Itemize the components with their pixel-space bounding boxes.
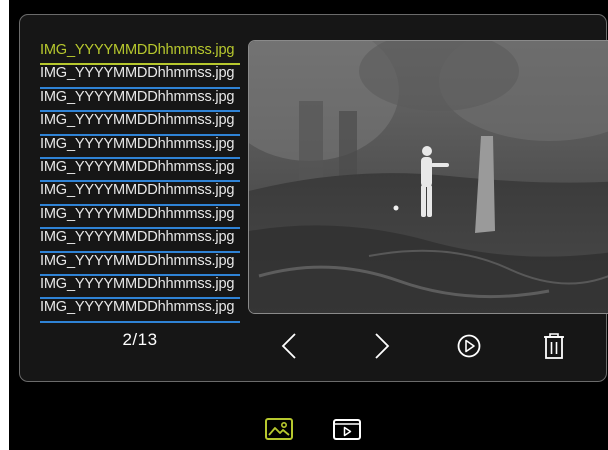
file-item[interactable]: IMG_YYYYMMDDhhmmss.jpg [40, 276, 240, 300]
file-item[interactable]: IMG_YYYYMMDDhhmmss.jpg [40, 182, 240, 206]
file-item[interactable]: IMG_YYYYMMDDhhmmss.jpg [40, 65, 240, 89]
image-icon [265, 418, 293, 440]
file-item[interactable]: IMG_YYYYMMDDhhmmss.jpg [40, 112, 240, 136]
file-list: IMG_YYYYMMDDhhmmss.jpg IMG_YYYYMMDDhhmmss… [40, 42, 240, 323]
file-item[interactable]: IMG_YYYYMMDDhhmmss.jpg [40, 253, 240, 276]
file-item[interactable]: IMG_YYYYMMDDhhmmss.jpg [40, 89, 240, 113]
video-icon [333, 419, 361, 440]
page-counter: 2/13 [122, 330, 158, 349]
tab-videos[interactable] [331, 415, 363, 443]
gallery-panel: IMG_YYYYMMDDhhmmss.jpg IMG_YYYYMMDDhhmmss… [19, 14, 608, 382]
thermal-image [249, 41, 608, 313]
file-item[interactable]: IMG_YYYYMMDDhhmmss.jpg [40, 299, 240, 323]
file-item[interactable]: IMG_YYYYMMDDhhmmss.jpg [40, 206, 240, 230]
file-item[interactable]: IMG_YYYYMMDDhhmmss.jpg [40, 136, 240, 159]
chevron-left-icon [281, 333, 296, 359]
next-button[interactable] [365, 329, 399, 363]
file-item-selected[interactable]: IMG_YYYYMMDDhhmmss.jpg [40, 42, 240, 66]
tab-photos[interactable] [263, 415, 295, 443]
previous-button[interactable] [272, 329, 306, 363]
trash-icon [544, 333, 564, 359]
delete-button[interactable] [537, 329, 571, 363]
device-screen: IMG_YYYYMMDDhhmmss.jpg IMG_YYYYMMDDhhmmss… [9, 0, 608, 450]
play-circle-icon [457, 334, 481, 358]
chevron-right-icon [375, 333, 390, 359]
play-button[interactable] [452, 329, 486, 363]
thermal-image-preview[interactable] [248, 40, 608, 314]
file-item[interactable]: IMG_YYYYMMDDhhmmss.jpg [40, 159, 240, 183]
file-item[interactable]: IMG_YYYYMMDDhhmmss.jpg [40, 229, 240, 253]
